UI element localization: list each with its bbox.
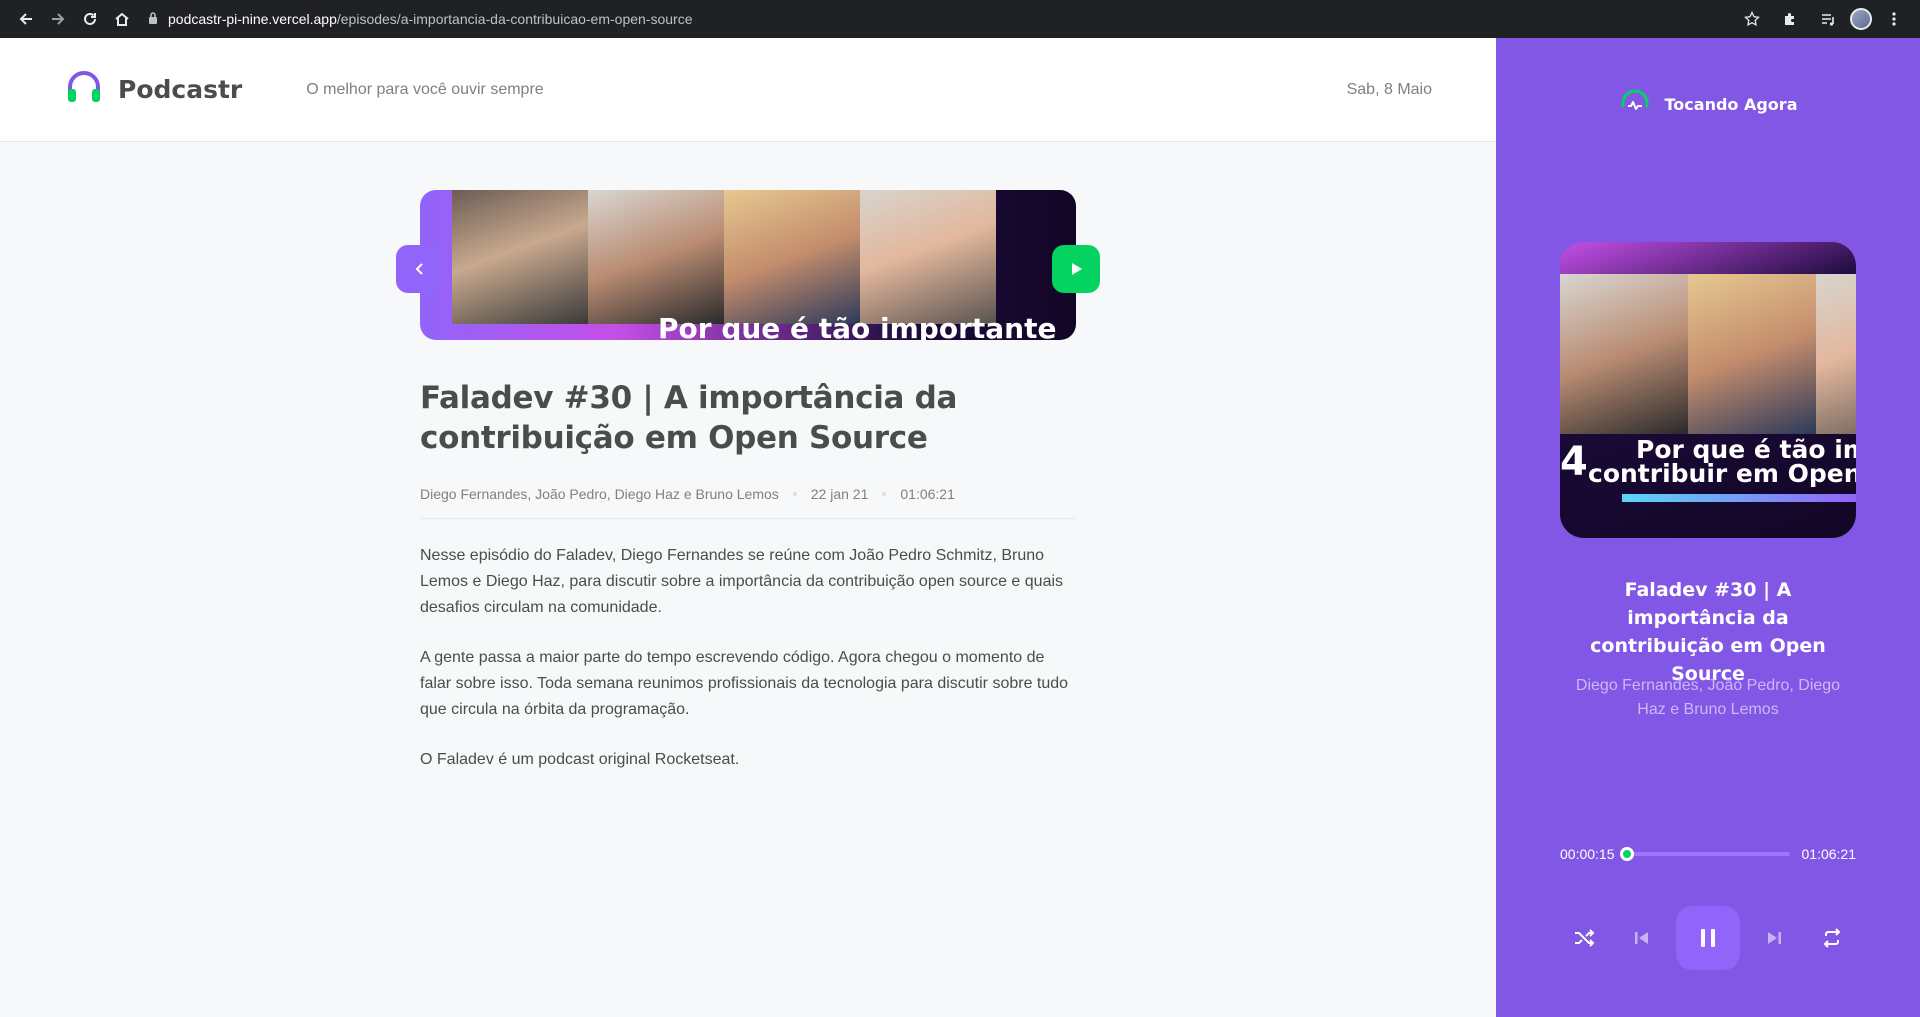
previous-button[interactable]	[1618, 914, 1666, 962]
skip-previous-icon	[1635, 932, 1648, 944]
thumbnail-caption: Por que é tão importante	[658, 312, 1057, 340]
now-playing-headphones-icon	[1619, 86, 1651, 123]
url-path: /episodes/a-importancia-da-contribuicao-…	[336, 11, 693, 27]
cover-face	[1560, 274, 1688, 434]
cover-accent-bar	[1622, 494, 1856, 502]
description-paragraph: Nesse episódio do Faladev, Diego Fernand…	[420, 547, 1064, 616]
progress-slider-knob[interactable]	[1620, 847, 1635, 861]
logo-text: Podcastr	[118, 75, 243, 104]
episode-published-at: 22 jan 21	[810, 486, 869, 502]
kebab-menu-icon[interactable]	[1878, 3, 1910, 35]
forward-arrow-icon[interactable]	[42, 3, 74, 35]
cover-face	[1816, 274, 1856, 434]
url-host: podcastr-pi-nine.vercel.app	[168, 11, 337, 27]
player-cover: 4 Por que é tão imp contribuir em Open S	[1560, 242, 1856, 538]
address-bar[interactable]: podcastr-pi-nine.vercel.app/episodes/a-i…	[148, 5, 1736, 33]
description-paragraph: A gente passa a maior parte do tempo esc…	[420, 649, 1069, 718]
profile-avatar[interactable]	[1850, 8, 1872, 30]
player-sidebar: Tocando Agora 4 Por que é tão imp contri…	[1496, 38, 1920, 1017]
repeat-button[interactable]	[1808, 914, 1856, 962]
player-header: Tocando Agora	[1496, 86, 1920, 123]
separator-dot	[882, 492, 887, 496]
home-icon[interactable]	[106, 3, 138, 35]
logo[interactable]: Podcastr	[64, 67, 242, 112]
cover-caption-line2: contribuir em Open S	[1588, 459, 1856, 488]
bookmark-star-icon[interactable]	[1736, 3, 1768, 35]
lock-icon	[148, 11, 158, 27]
back-arrow-icon[interactable]	[10, 3, 42, 35]
play-icon	[1072, 263, 1082, 275]
episode-title: Faladev #30 | A importância da contribui…	[420, 380, 958, 456]
shuffle-icon	[1575, 929, 1595, 947]
episode-meta: Diego Fernandes, João Pedro, Diego Haz e…	[420, 486, 1076, 519]
episode-duration: 01:06:21	[900, 486, 955, 502]
cover-face	[1688, 274, 1816, 434]
player-controls	[1560, 906, 1856, 970]
extensions-puzzle-icon[interactable]	[1774, 3, 1806, 35]
current-date: Sab, 8 Maio	[1346, 80, 1432, 98]
episode-page: Por que é tão importante Faladev #30 | A…	[0, 142, 1496, 1017]
pause-button[interactable]	[1676, 906, 1740, 970]
headphones-icon	[64, 67, 104, 112]
episode-description: Nesse episódio do Faladev, Diego Fernand…	[420, 543, 1076, 773]
cover-caption: 4 Por que é tão imp contribuir em Open S	[1560, 437, 1856, 488]
media-queue-icon[interactable]	[1812, 3, 1844, 35]
episode-detail: Por que é tão importante Faladev #30 | A…	[396, 190, 1100, 797]
tagline: O melhor para você ouvir sempre	[306, 80, 544, 98]
play-episode-button[interactable]	[1052, 245, 1100, 293]
repeat-icon	[1823, 928, 1841, 948]
pause-icon	[1701, 929, 1715, 947]
shuffle-button[interactable]	[1560, 914, 1608, 962]
current-time: 00:00:15	[1560, 846, 1615, 862]
browser-toolbar: podcastr-pi-nine.vercel.app/episodes/a-i…	[0, 0, 1920, 38]
back-button[interactable]	[396, 245, 444, 293]
now-playing-label: Tocando Agora	[1664, 95, 1798, 114]
separator-dot	[792, 492, 797, 496]
total-time: 01:06:21	[1801, 846, 1857, 862]
player-episode-members: Diego Fernandes, João Pedro, Diego Haz e…	[1575, 677, 1841, 718]
player-episode-title: Faladev #30 | A importância da contribui…	[1590, 579, 1826, 685]
player-progress: 00:00:15 01:06:21	[1560, 846, 1856, 862]
thumbnail-face	[588, 190, 724, 324]
reload-icon[interactable]	[74, 3, 106, 35]
episode-thumbnail-container: Por que é tão importante	[396, 190, 1100, 340]
chevron-left-icon	[415, 263, 423, 275]
description-paragraph: O Faladev é um podcast original Rocketse…	[420, 751, 740, 768]
episode-thumbnail: Por que é tão importante	[420, 190, 1076, 340]
progress-slider[interactable]	[1620, 847, 1790, 861]
cover-number: 4	[1560, 439, 1588, 485]
episode-members: Diego Fernandes, João Pedro, Diego Haz e…	[420, 486, 779, 502]
app-header: Podcastr O melhor para você ouvir sempre…	[0, 38, 1496, 142]
thumbnail-face	[724, 190, 860, 324]
thumbnail-face	[452, 190, 588, 324]
thumbnail-face	[860, 190, 996, 324]
next-button[interactable]	[1750, 914, 1798, 962]
skip-next-icon	[1768, 932, 1781, 944]
